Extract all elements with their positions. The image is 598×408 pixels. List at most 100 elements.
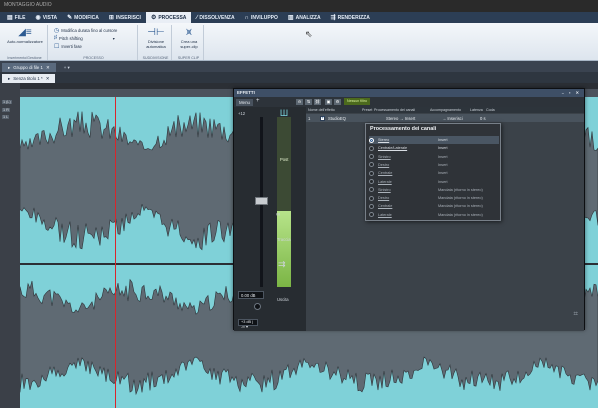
effect-name[interactable]: StudioEQ	[328, 116, 364, 121]
radio-button[interactable]	[369, 212, 374, 218]
tab-dissolvenza[interactable]: ∕ DISSOLVENZA	[191, 12, 239, 23]
effects-menu-button[interactable]: Menu	[236, 99, 253, 106]
file-group-tabs: ▸ Gruppo di file 1 ✕ + ▾	[0, 61, 598, 72]
close-icon[interactable]: ✕	[46, 76, 50, 82]
column-header[interactable]: Latenza	[468, 107, 484, 113]
channel-option[interactable]: Centrale Mandata (ritorno in stereo)	[369, 202, 499, 210]
close-icon[interactable]: ✕	[46, 65, 50, 71]
mouse-cursor-icon: ⇖	[305, 29, 313, 39]
table-row[interactable]: 1 StudioEQ Stereo → Insert → Inserisci 0…	[306, 114, 584, 122]
tab-file[interactable]: ▤ FILE	[2, 12, 31, 23]
invert-phase-button[interactable]: ☐ Inverti fase	[54, 43, 82, 50]
column-header[interactable]: Processamento dei canali	[372, 107, 428, 113]
channel-processing-cell[interactable]: Stereo → Insert	[386, 116, 442, 121]
option-mode: Mandata (ritorno in stereo)	[438, 204, 483, 209]
tab-inviluppo[interactable]: ∩ INVILUPPO	[240, 12, 283, 23]
channel-option[interactable]: Laterale Insert	[369, 178, 499, 186]
analyze-icon: ▥	[287, 15, 294, 21]
column-header[interactable]: Nome dell'effetto	[306, 107, 360, 113]
tab-vista[interactable]: ◉ VISTA	[31, 12, 63, 23]
pitch-shift-button[interactable]: ♯ Pitch shifting ▾	[54, 35, 115, 41]
column-header[interactable]: Preset	[360, 107, 372, 113]
effects-titlebar[interactable]: EFFETTI – ▪ ✕	[234, 89, 584, 97]
option-mode: Mandata (ritorno in stereo)	[438, 196, 483, 201]
radio-button[interactable]	[369, 203, 374, 209]
option-mode: Insert	[438, 162, 448, 167]
auto-normalize-button[interactable]: ◢≡ Auto-normalizzatore	[6, 27, 44, 44]
title-bar: MONTAGGIO AUDIO	[0, 0, 598, 12]
settings-icon[interactable]: ⚙	[334, 99, 341, 105]
move-icon[interactable]: ⇅	[305, 99, 312, 105]
tab-modifica[interactable]: ✎ MODIFICA	[62, 12, 104, 23]
track-label-mid: 1 R	[2, 108, 10, 112]
filter-button[interactable]: Nessun filtro	[344, 98, 370, 105]
effects-toolbar: Menu + ⊖ ⇅ ⛓ ▣ ⚙ Nessun filtro	[234, 97, 584, 107]
column-header[interactable]: Accompagnamento	[428, 107, 468, 113]
channel-option[interactable]: Centrale/Laterale Insert	[369, 144, 499, 152]
split-icon: ⊣⊢	[147, 27, 165, 38]
add-effect-button[interactable]: +	[256, 98, 260, 104]
track-label-bottom: 1 L	[2, 115, 10, 119]
save-icon[interactable]: ▣	[325, 99, 332, 105]
checkbox-icon: ☐	[54, 44, 60, 50]
gain-value-field[interactable]: 0.00 dB	[238, 291, 264, 299]
track-label: Traccia	[277, 237, 291, 242]
radio-button[interactable]	[369, 154, 374, 160]
effects-list-header: Nome dell'effetto Preset Processamento dei…	[306, 107, 584, 113]
channel-option[interactable]: Sinistro Insert	[369, 153, 499, 161]
channel-option[interactable]: Destro Mandata (ritorno in stereo)	[369, 194, 499, 202]
auto-split-button[interactable]: ⊣⊢ Divisione automatica	[142, 27, 170, 49]
column-header[interactable]: Coda	[484, 107, 500, 113]
chain-icon[interactable]: ⛓	[314, 99, 321, 105]
fader-knob[interactable]	[255, 197, 268, 205]
pan-knob[interactable]	[254, 303, 261, 310]
modify-duration-button[interactable]: ◷ Modifica durata fino al cursore	[54, 27, 117, 34]
option-mode: Mandata (ritorno in stereo)	[438, 212, 483, 217]
group-label: PROCESSO	[83, 56, 104, 60]
wave-doc-icon: ▸	[8, 75, 11, 81]
radio-button[interactable]	[369, 145, 374, 151]
channel-strip: +12 Ш Post ∞ Traccia ⇉ Uscita 0.00 dB +3…	[234, 107, 306, 331]
link-icon[interactable]: ∞	[276, 212, 280, 218]
create-superclip-button[interactable]: ⩙ Crea una super-clip	[175, 27, 203, 49]
envelope-icon: ∩	[244, 14, 249, 21]
pitch-icon: ♯	[54, 35, 57, 41]
tab-document[interactable]: ▸ Senza titolo 1 * ✕	[2, 74, 56, 83]
tab-label: RENDERIZZA	[337, 14, 370, 21]
radio-button[interactable]	[369, 187, 374, 193]
channel-option[interactable]: Sinistro Mandata (ritorno in stereo)	[369, 186, 499, 194]
tab-file-group[interactable]: ▸ Gruppo di file 1 ✕	[2, 63, 56, 72]
tab-renderizza[interactable]: ⇶ RENDERIZZA	[326, 12, 375, 23]
radio-button[interactable]	[369, 162, 374, 168]
option-mode: Mandata (ritorno in stereo)	[438, 187, 483, 192]
track-header: 1 (L) 1 R 1 L	[0, 83, 20, 408]
tab-processa[interactable]: ⚙ PROCESSA	[145, 12, 192, 23]
radio-button[interactable]	[369, 170, 374, 176]
effect-enabled-checkbox[interactable]	[320, 115, 325, 121]
process-icon: ⚙	[150, 15, 157, 21]
meter-fill	[277, 210, 291, 287]
playhead-cursor[interactable]	[115, 97, 116, 408]
radio-button[interactable]	[369, 137, 374, 143]
accompaniment-cell[interactable]: → Inserisci	[442, 116, 480, 121]
channel-option[interactable]: Laterale Mandata (ritorno in stereo)	[369, 211, 499, 219]
ribbon-group-insert: ◢≡ Auto-normalizzatore Inserimento/Gesti…	[2, 25, 48, 60]
radio-button[interactable]	[369, 195, 374, 201]
channel-option[interactable]: Destro Insert	[369, 161, 499, 169]
tab-analizza[interactable]: ▥ ANALIZZA	[283, 12, 326, 23]
fade-icon: ∕	[196, 14, 198, 21]
ribbon: ◢≡ Auto-normalizzatore Inserimento/Gesti…	[0, 23, 598, 61]
render-icon: ⇶	[330, 15, 336, 21]
db-dropdown[interactable]: +3 dB | -∞ ▾	[238, 319, 258, 329]
add-tab-button[interactable]: + ▾	[58, 63, 76, 72]
window-controls[interactable]: – ▪ ✕	[562, 90, 581, 95]
radio-button[interactable]	[369, 179, 374, 184]
strip-level-label: +12	[238, 111, 246, 116]
eye-icon: ◉	[35, 15, 41, 21]
channel-option[interactable]: Centrale Insert	[369, 169, 499, 177]
channel-option[interactable]: Stereo Insert	[369, 136, 499, 144]
document-tabs: ▸ Senza titolo 1 * ✕	[0, 72, 598, 83]
resize-grip-icon[interactable]: ⌗	[573, 309, 578, 319]
tab-inserisci[interactable]: ⊞ INSERISCI	[104, 12, 146, 23]
bypass-icon[interactable]: ⊖	[296, 99, 303, 105]
